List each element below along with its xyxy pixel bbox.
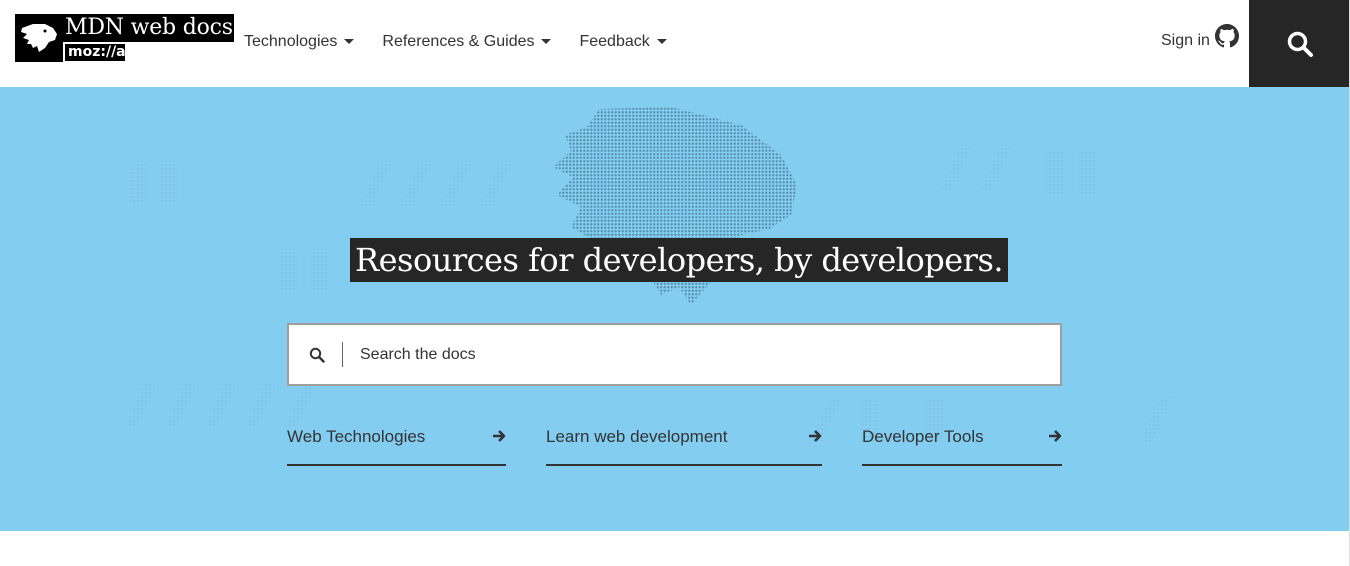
- caret-down-icon: [656, 38, 667, 44]
- nav-label: References & Guides: [382, 33, 535, 50]
- search-icon: [309, 347, 325, 363]
- sign-in-link[interactable]: Sign in: [1161, 24, 1239, 50]
- search-divider: [342, 342, 343, 367]
- site-header: MDN web docs moz://a Technologies Refere…: [0, 0, 1350, 87]
- header-search-button[interactable]: [1249, 0, 1350, 87]
- nav-feedback[interactable]: Feedback: [579, 32, 667, 52]
- nav-references-guides[interactable]: References & Guides: [382, 32, 552, 52]
- quick-link-web-technologies[interactable]: Web Technologies: [287, 427, 506, 466]
- quick-link-developer-tools[interactable]: Developer Tools: [862, 427, 1062, 466]
- docs-search-input[interactable]: [360, 345, 1040, 364]
- caret-down-icon: [541, 38, 552, 44]
- hero-tagline: Resources for developers, by developers.: [350, 238, 1009, 282]
- hero-banner: Resources for developers, by developers.…: [0, 87, 1350, 531]
- nav-technologies[interactable]: Technologies: [244, 32, 355, 52]
- quick-link-label: Developer Tools: [862, 427, 984, 446]
- logo-title: MDN web docs: [63, 14, 234, 42]
- github-icon: [1214, 24, 1239, 48]
- nav-label: Feedback: [579, 33, 650, 50]
- mozilla-wordmark: moz://a: [65, 44, 126, 61]
- sign-in-label: Sign in: [1161, 32, 1210, 49]
- docs-search-box: [287, 323, 1062, 386]
- arrow-right-icon: [1049, 430, 1062, 442]
- nav-label: Technologies: [244, 33, 338, 50]
- arrow-right-icon: [493, 430, 506, 442]
- main-nav: Technologies References & Guides Feedbac…: [244, 32, 695, 52]
- arrow-right-icon: [809, 430, 822, 442]
- caret-down-icon: [344, 38, 355, 44]
- quick-link-learn-web-development[interactable]: Learn web development: [546, 427, 822, 466]
- quick-link-label: Learn web development: [546, 427, 728, 446]
- search-icon: [1287, 31, 1313, 57]
- mdn-logo[interactable]: MDN web docs moz://a: [15, 14, 234, 62]
- dinosaur-logo-icon: [15, 14, 63, 62]
- quick-link-label: Web Technologies: [287, 427, 426, 446]
